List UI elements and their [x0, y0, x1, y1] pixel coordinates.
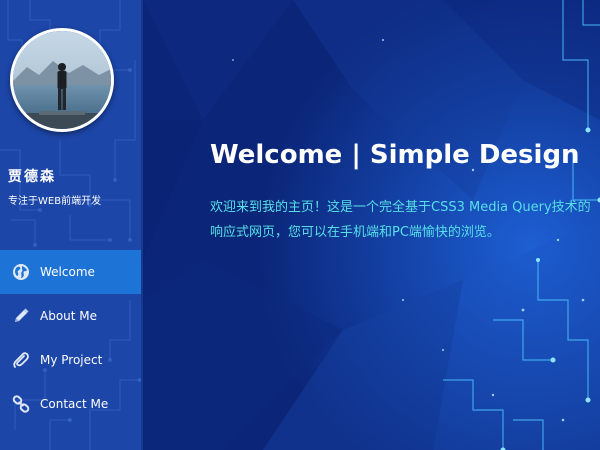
profile-tagline: 专注于WEB前端开发 — [8, 196, 102, 207]
page: 贾德森 专注于WEB前端开发 Welcome About Me My Proje… — [0, 0, 600, 450]
nav-label-my-project: My Project — [40, 353, 103, 367]
hero-description: 欢迎来到我的主页！这是一个完全基于CSS3 Media Query技术的响应式网… — [210, 200, 591, 240]
nav-label-about-me: About Me — [40, 309, 98, 323]
paperclip-icon — [11, 350, 31, 370]
link-icon — [11, 394, 31, 414]
nav-item-my-project[interactable]: My Project — [0, 338, 141, 382]
nav-item-contact-me[interactable]: Contact Me — [0, 382, 141, 426]
nav-label-contact-me: Contact Me — [40, 397, 109, 411]
nav-label-welcome: Welcome — [40, 265, 95, 279]
hero-title: Welcome | Simple Design — [210, 140, 580, 170]
globe-icon — [11, 262, 31, 282]
sidebar-nav: Welcome About Me My Project Contact Me — [0, 250, 141, 426]
pencil-icon — [11, 306, 31, 326]
sidebar: 贾德森 专注于WEB前端开发 Welcome About Me My Proje… — [0, 0, 141, 450]
nav-item-about-me[interactable]: About Me — [0, 294, 141, 338]
nav-item-welcome[interactable]: Welcome — [0, 250, 141, 294]
avatar — [10, 28, 114, 132]
avatar-photo — [13, 31, 111, 129]
profile-name: 贾德森 — [8, 169, 56, 185]
hero-section: Welcome | Simple Design 欢迎来到我的主页！这是一个完全基… — [143, 0, 600, 450]
